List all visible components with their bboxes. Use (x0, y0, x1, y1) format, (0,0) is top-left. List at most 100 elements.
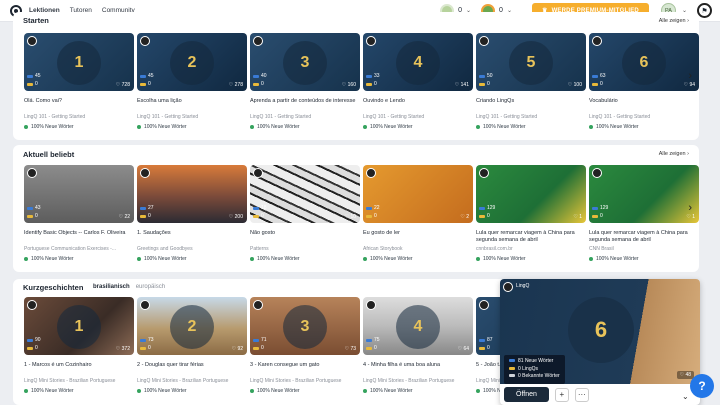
language-flag-icon[interactable]: ⚑ (697, 3, 712, 18)
chevron-right-icon[interactable]: › (688, 202, 692, 214)
status-dot-icon (24, 125, 28, 129)
lingqs-count: 0 (27, 213, 38, 219)
lesson-preview-popup[interactable]: LingQ 6 81 Neue Wörter 0 LingQs 0 Bekann… (500, 279, 700, 405)
likes-count: ♡ 200 (228, 214, 243, 220)
status-dot-icon (363, 125, 367, 129)
lesson-card[interactable]: 4 75 0 ♡ 64 4 - Minha filha é uma boa aluna L… (363, 297, 473, 394)
lesson-thumbnail[interactable]: 2 73 0 ♡ 92 (137, 297, 247, 355)
likes-count: ♡ 94 (683, 82, 695, 88)
new-words-count: 90 (27, 337, 41, 343)
likes-count: ♡ 1 (573, 214, 582, 220)
lesson-card[interactable]: 2 73 0 ♡ 92 2 - Douglas quer tirar férias Lin… (137, 297, 247, 394)
lesson-course: LingQ Mini Stories - Brazilian Portugues… (363, 378, 455, 384)
lingq-logo-icon (27, 168, 37, 178)
lingqs-count: 0 (253, 213, 264, 219)
lesson-title[interactable]: Eu gosto de ler (363, 230, 473, 244)
likes-count: ♡ 100 (567, 82, 582, 88)
lesson-title[interactable]: Vocabulário (589, 98, 699, 112)
lesson-title[interactable]: Não gosto (250, 230, 360, 244)
lesson-card[interactable]: 3 40 0 ♡ 160 Aprenda a partir de conteúdos d… (250, 33, 360, 130)
likes-count: ♡ 160 (341, 82, 356, 88)
add-button[interactable]: + (554, 387, 569, 402)
lesson-card[interactable]: 129 0 ♡ 1 Lula quer remarcar viagem à China… (476, 165, 586, 262)
lesson-course: LingQ 101 - Getting Started (24, 114, 86, 120)
lingqs-count: 0 (140, 345, 151, 351)
lesson-title[interactable]: Criando LingQs (476, 98, 586, 112)
lesson-thumbnail[interactable]: 22 0 ♡ 2 (363, 165, 473, 223)
lesson-title[interactable]: Identify Basic Objects -- Carlos F. Oliv… (24, 230, 134, 244)
lingqs-count: 0 (253, 81, 264, 87)
tab-brazilian[interactable]: brasilianisch (93, 284, 130, 290)
lesson-number: 3 (283, 41, 327, 85)
lesson-card[interactable]: 3 71 0 ♡ 73 3 - Karen consegue um gato LingQ … (250, 297, 360, 394)
lesson-title[interactable]: 2 - Douglas quer tirar férias (137, 362, 247, 376)
new-words-count: 87 (479, 337, 493, 343)
lesson-thumbnail[interactable]: 5 50 0 ♡ 100 (476, 33, 586, 91)
lesson-title[interactable]: 1. Saudações (137, 230, 247, 244)
lesson-thumbnail[interactable]: 18 0 ♡ 10 (250, 165, 360, 223)
lesson-course: Greetings and Goodbyes (137, 246, 193, 252)
lesson-course: Portuguese Communication Exercises -... (24, 246, 116, 252)
lingqs-count: 0 (366, 81, 377, 87)
lesson-card[interactable]: 43 0 ♡ 22 Identify Basic Objects -- Carlos … (24, 165, 134, 262)
lesson-card[interactable]: 6 63 0 ♡ 94 Vocabulário LingQ 101 - Getting S… (589, 33, 699, 130)
chevron-down-icon[interactable]: ⌄ (682, 392, 689, 401)
lesson-thumbnail[interactable]: 3 71 0 ♡ 73 (250, 297, 360, 355)
lesson-thumbnail[interactable]: 27 0 ♡ 200 (137, 165, 247, 223)
lesson-card[interactable]: 1 45 0 ♡ 728 Olá. Como vai? LingQ 101 - Getti… (24, 33, 134, 130)
help-button[interactable]: ? (690, 374, 714, 398)
lesson-thumbnail[interactable]: 6 63 0 ♡ 94 (589, 33, 699, 91)
lingq-logo-icon (592, 36, 602, 46)
lesson-course: Patterns (250, 246, 269, 252)
lesson-thumbnail[interactable]: 3 40 0 ♡ 160 (250, 33, 360, 91)
lesson-thumbnail[interactable]: 1 45 0 ♡ 728 (24, 33, 134, 91)
more-options-button[interactable]: ··· (574, 387, 589, 402)
lesson-course: LingQ Mini Stories - Brazilian Portugues… (250, 378, 342, 384)
lesson-title[interactable]: 4 - Minha filha é uma boa aluna (363, 362, 473, 376)
lesson-title[interactable]: Aprenda a partir de conteúdos de interes… (250, 98, 360, 112)
lesson-title[interactable]: Lula quer remarcar viagem à China para s… (589, 230, 699, 244)
lesson-thumbnail[interactable]: 4 33 0 ♡ 141 (363, 33, 473, 91)
show-all-link[interactable]: Alle zeigen › (659, 18, 689, 24)
lesson-title[interactable]: Olá. Como vai? (24, 98, 134, 112)
likes-count: ♡ 64 (457, 346, 469, 352)
lesson-card[interactable]: 5 50 0 ♡ 100 Criando LingQs LingQ 101 - Getti… (476, 33, 586, 130)
lesson-title[interactable]: Escolha uma lição (137, 98, 247, 112)
status-dot-icon (476, 125, 480, 129)
lesson-card[interactable]: 1 90 0 ♡ 372 1 - Marcos é um Cozinhairo LingQ… (24, 297, 134, 394)
lesson-card[interactable]: 18 0 ♡ 10 Não gosto Patterns 100% Neue Wörter (250, 165, 360, 262)
tab-european[interactable]: europäisch (136, 284, 165, 290)
lesson-card[interactable]: 22 0 ♡ 2 Eu gosto de ler African Storybook 10… (363, 165, 473, 262)
new-words-count: 73 (140, 337, 154, 343)
lesson-thumbnail[interactable]: 129 0 ♡ 1 (476, 165, 586, 223)
new-words-percent: 100% Neue Wörter (250, 256, 360, 262)
lesson-title[interactable]: Ouvindo e Lendo (363, 98, 473, 112)
lesson-thumbnail[interactable]: 129 0 ♡ 1 (589, 165, 699, 223)
lesson-title[interactable]: 3 - Karen consegue um gato (250, 362, 360, 376)
new-words-percent: 100% Neue Wörter (250, 124, 360, 130)
lesson-card[interactable]: 2 45 0 ♡ 278 Escolha uma lição LingQ 101 - Ge… (137, 33, 247, 130)
lesson-card[interactable]: 27 0 ♡ 200 1. Saudações Greetings and Goodby… (137, 165, 247, 262)
show-all-link[interactable]: Alle zeigen › (659, 151, 689, 157)
preview-actions: Öffnen + ··· (500, 384, 700, 405)
lesson-card[interactable]: 4 33 0 ♡ 141 Ouvindo e Lendo LingQ 101 - Gett… (363, 33, 473, 130)
lesson-title[interactable]: Lula quer remarcar viagem à China para s… (476, 230, 586, 244)
lesson-thumbnail[interactable]: 4 75 0 ♡ 64 (363, 297, 473, 355)
new-words-percent: 100% Neue Wörter (137, 388, 247, 394)
lesson-card[interactable]: 129 0 ♡ 1 Lula quer remarcar viagem à China… (589, 165, 699, 262)
lesson-thumbnail[interactable]: 2 45 0 ♡ 278 (137, 33, 247, 91)
lingqs-count: 0 (479, 213, 490, 219)
lingq-logo-icon (592, 168, 602, 178)
lingq-logo-icon (253, 300, 263, 310)
lesson-course: CNN Brasil (589, 246, 614, 252)
lesson-thumbnail[interactable]: 43 0 ♡ 22 (24, 165, 134, 223)
lesson-thumbnail[interactable]: 1 90 0 ♡ 372 (24, 297, 134, 355)
lingq-logo-icon (253, 168, 263, 178)
open-lesson-button[interactable]: Öffnen (504, 387, 549, 402)
new-words-percent: 100% Neue Wörter (589, 124, 699, 130)
section-title: Starten (23, 16, 49, 25)
chevron-right-icon[interactable]: › (688, 70, 692, 82)
lesson-title[interactable]: 1 - Marcos é um Cozinhairo (24, 362, 134, 376)
lingq-logo-icon (140, 300, 150, 310)
lingq-logo-icon (366, 36, 376, 46)
